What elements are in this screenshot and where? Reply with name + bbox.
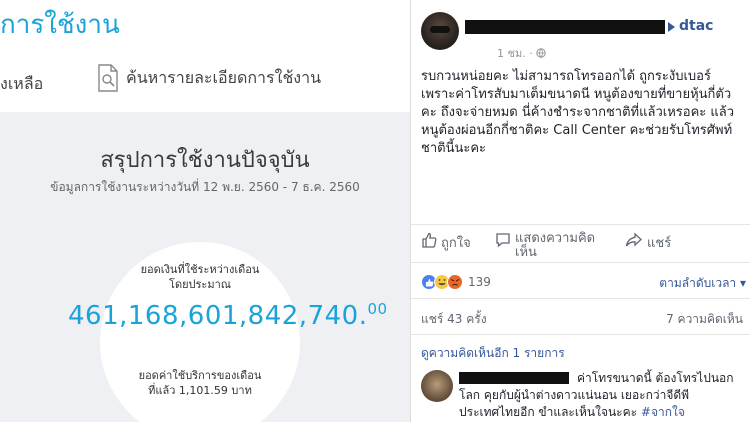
summary-title: สรุปการใช้งานปัจจุบัน bbox=[100, 148, 310, 173]
comment-label: แสดงความคิด เห็น bbox=[515, 232, 595, 260]
app-title: การใช้งาน bbox=[0, 10, 120, 40]
arrow-right-icon bbox=[668, 22, 675, 32]
comment-button[interactable]: แสดงความคิด เห็น bbox=[495, 232, 595, 260]
commenter-avatar[interactable] bbox=[421, 370, 453, 402]
nav-search-label: ค้นหารายละเอียดการใช้งาน bbox=[126, 67, 322, 87]
reaction-count: 139 bbox=[468, 275, 491, 289]
estimated-amount: 461,168,601,842,740.00 bbox=[68, 300, 388, 331]
current-month-label-line2: โดยประมาณ bbox=[169, 278, 231, 291]
reactions-summary[interactable]: 139 bbox=[421, 274, 491, 290]
post-body-text: รบกวนหน่อยคะ ไม่สามารถโทรออกได้ ถูกระงับ… bbox=[421, 69, 735, 156]
speech-bubble-icon bbox=[496, 233, 510, 248]
angry-reaction-icon bbox=[447, 274, 463, 290]
comment-count[interactable]: 7 ความคิดเห็น bbox=[666, 310, 743, 329]
post-time-text: 1 ชม. · bbox=[497, 47, 537, 60]
last-month-label-line2: ที่แล้ว 1,101.59 บาท bbox=[148, 384, 252, 397]
comment-hashtag-link[interactable]: #จากใจ bbox=[641, 405, 685, 419]
actions-bottom-divider bbox=[411, 262, 750, 263]
post-timestamp[interactable]: 1 ชม. · bbox=[497, 44, 546, 62]
comment-label-line1: แสดงความคิด bbox=[515, 231, 596, 246]
poster-avatar[interactable] bbox=[421, 12, 459, 50]
redacted-commenter-name bbox=[459, 372, 569, 384]
current-month-label-line1: ยอดเงินที่ใช้ระหว่างเดือน bbox=[140, 263, 260, 276]
nav-balance-tab[interactable]: งเหลือ bbox=[0, 72, 43, 97]
nav-search-usage-tab[interactable]: ค้นหารายละเอียดการใช้งาน bbox=[96, 64, 321, 92]
redacted-poster-name bbox=[465, 20, 665, 34]
thumbs-up-icon bbox=[422, 232, 437, 248]
estimated-amount-decimal: 00 bbox=[367, 300, 388, 318]
comment-label-line2: เห็น bbox=[515, 245, 537, 260]
estimated-amount-main: 461,168,601,842,740. bbox=[68, 301, 368, 331]
usage-app-panel: การใช้งาน งเหลือ ค้นหารายละเอียดการใช้งา… bbox=[0, 0, 410, 422]
summary-date-range: ข้อมูลการใช้งานระหว่างวันที่ 12 พ.ย. 256… bbox=[50, 180, 360, 194]
view-more-comments-link[interactable]: ดูความคิดเห็นอีก 1 รายการ bbox=[421, 344, 565, 363]
share-button[interactable]: แชร์ bbox=[625, 232, 671, 253]
stats-top-divider bbox=[411, 298, 750, 299]
document-search-icon bbox=[98, 64, 118, 92]
usage-nav: งเหลือ ค้นหารายละเอียดการใช้งาน bbox=[0, 60, 410, 104]
facebook-post-panel: dtac 1 ชม. · รบกวนหน่อยคะ ไม่สามารถโทรออ… bbox=[411, 0, 750, 422]
like-label: ถูกใจ bbox=[441, 236, 471, 251]
globe-icon bbox=[536, 48, 546, 58]
post-actions-bar: ถูกใจ แสดงความคิด เห็น แชร์ bbox=[411, 226, 750, 260]
actions-top-divider bbox=[411, 224, 750, 225]
like-button[interactable]: ถูกใจ bbox=[421, 232, 471, 253]
current-month-label: ยอดเงินที่ใช้ระหว่างเดือน โดยประมาณ bbox=[120, 262, 280, 292]
page-name-link[interactable]: dtac bbox=[679, 18, 713, 34]
stats-bottom-divider bbox=[411, 334, 750, 335]
share-label: แชร์ bbox=[647, 236, 672, 251]
last-month-label-line1: ยอดค่าใช้บริการของเดือน bbox=[138, 369, 262, 382]
comment-sort-dropdown[interactable]: ตามลำดับเวลา ▾ bbox=[659, 274, 746, 293]
share-arrow-icon bbox=[625, 232, 642, 247]
last-month-label: ยอดค่าใช้บริการของเดือน ที่แล้ว 1,101.59… bbox=[120, 368, 280, 398]
usage-summary-card: สรุปการใช้งานปัจจุบัน ข้อมูลการใช้งานระห… bbox=[0, 112, 410, 422]
share-count[interactable]: แชร์ 43 ครั้ง bbox=[421, 310, 487, 329]
